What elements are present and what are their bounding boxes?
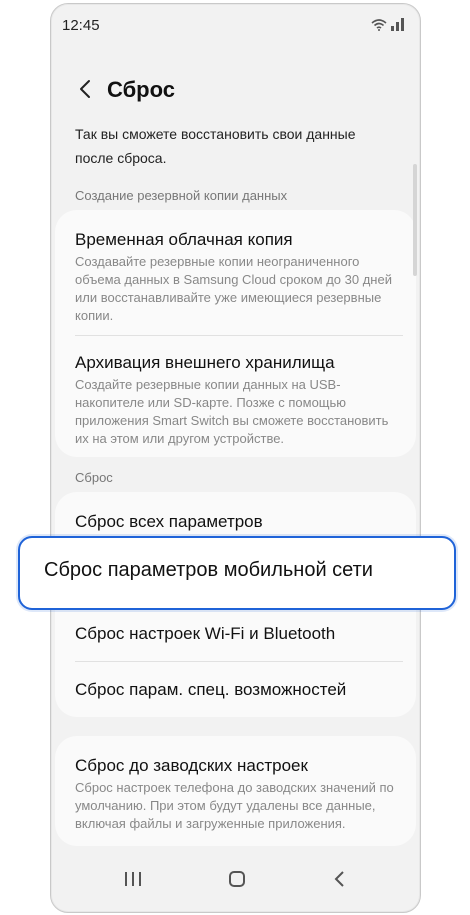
status-time: 12:45 bbox=[62, 17, 100, 34]
scrollbar[interactable] bbox=[413, 164, 417, 276]
backup-card: Временная облачная копия Создавайте резе… bbox=[55, 210, 416, 457]
item-title: Сброс параметров мобильной сети bbox=[44, 559, 373, 581]
phone-frame: 12:45 Сброс Так вы сможете восстановить … bbox=[50, 3, 421, 913]
home-icon[interactable] bbox=[228, 870, 246, 888]
status-icons bbox=[371, 18, 404, 31]
item-title: Сброс до заводских настроек bbox=[75, 756, 308, 775]
reset-section-label: Сброс bbox=[75, 470, 113, 485]
factory-reset-card: Сброс до заводских настроек Сброс настро… bbox=[55, 736, 416, 846]
list-item-factory-reset[interactable]: Сброс до заводских настроек Сброс настро… bbox=[75, 756, 405, 833]
list-item-reset-all[interactable]: Сброс всех параметров bbox=[75, 512, 405, 532]
list-item-reset-wifi-bt[interactable]: Сброс настроек Wi-Fi и Bluetooth bbox=[75, 624, 405, 644]
item-title: Сброс всех параметров bbox=[75, 512, 263, 531]
page-title: Сброс bbox=[107, 77, 176, 102]
item-title: Временная облачная копия bbox=[75, 230, 293, 249]
item-subtitle: Сброс настроек телефона до заводских зна… bbox=[75, 780, 394, 831]
backup-section-label: Создание резервной копии данных bbox=[75, 188, 288, 203]
status-bar: 12:45 bbox=[51, 4, 420, 44]
back-icon[interactable] bbox=[333, 870, 347, 888]
signal-icon bbox=[391, 18, 404, 31]
list-item-reset-accessibility[interactable]: Сброс парам. спец. возможностей bbox=[75, 680, 405, 700]
list-item-reset-mobile-network[interactable]: Сброс параметров мобильной сети bbox=[18, 536, 456, 610]
chevron-left-icon[interactable] bbox=[75, 78, 97, 100]
wifi-icon bbox=[371, 19, 387, 31]
header: Сброс bbox=[51, 68, 420, 112]
list-item-external-backup[interactable]: Архивация внешнего хранилища Создайте ре… bbox=[75, 353, 405, 448]
divider bbox=[75, 661, 403, 662]
item-title: Архивация внешнего хранилища bbox=[75, 353, 335, 372]
item-subtitle: Создайте резервные копии данных на USB-н… bbox=[75, 377, 389, 446]
list-item-cloud-backup[interactable]: Временная облачная копия Создавайте резе… bbox=[75, 230, 405, 325]
item-subtitle: Создавайте резервные копии неограниченно… bbox=[75, 254, 392, 323]
recents-icon[interactable] bbox=[123, 870, 143, 888]
navigation-bar bbox=[51, 856, 420, 912]
item-title: Сброс настроек Wi-Fi и Bluetooth bbox=[75, 624, 336, 643]
divider bbox=[75, 335, 403, 336]
intro-text: Так вы сможете восстановить свои данные … bbox=[75, 126, 356, 166]
item-title: Сброс парам. спец. возможностей bbox=[75, 680, 347, 699]
